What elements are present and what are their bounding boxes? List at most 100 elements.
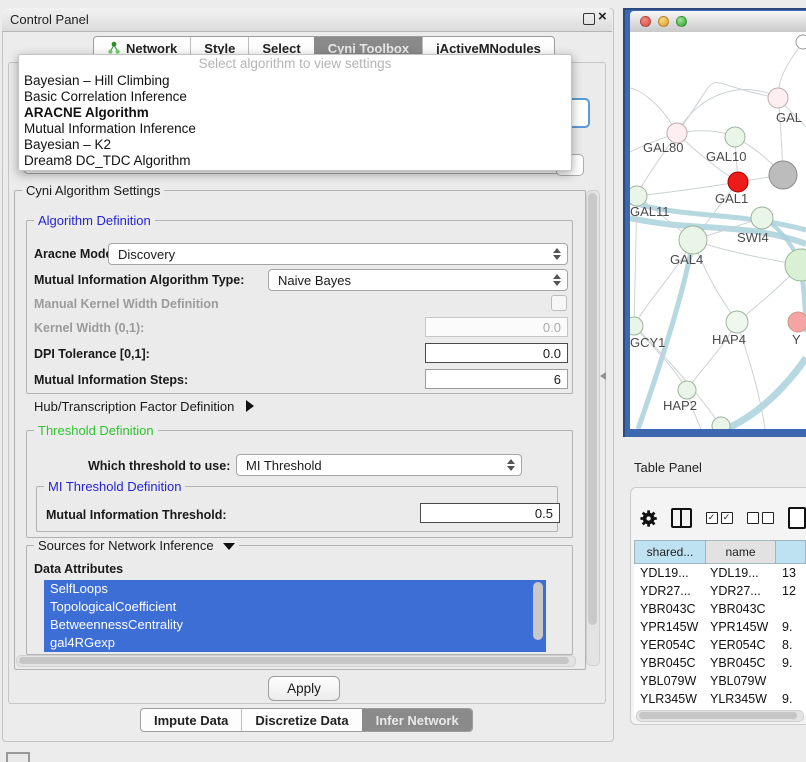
manual-kernel-checkbox[interactable] [551, 295, 567, 311]
table-header: shared...name [634, 540, 806, 564]
dropdown-prompt: Select algorithm to view settings [19, 55, 571, 73]
network-node-hap2[interactable] [678, 381, 696, 399]
table-row[interactable]: YBR045CYBR045C9. [634, 654, 806, 672]
tab-label: Infer Network [376, 713, 459, 728]
network-node[interactable] [785, 249, 806, 281]
table-cell: 9. [776, 618, 806, 636]
algorithm-option[interactable]: Bayesian – Hill Climbing [19, 73, 571, 89]
network-node-label: GCY1 [630, 335, 665, 350]
network-node-gal[interactable] [768, 88, 788, 108]
network-canvas[interactable]: GALGAL80GAL10GAL1GAL11SWI4GAL4GCY1HAP4YH… [630, 32, 806, 429]
control-panel-titlebar[interactable] [2, 8, 612, 32]
data-attribute-item[interactable]: BetweennessCentrality [44, 616, 546, 634]
settings-hscrollbar-track[interactable] [16, 655, 576, 667]
table-row[interactable]: YLR345WYLR345W9. [634, 690, 806, 708]
table-body: YDL19...YDL19...13YDR27...YDR27...12YBR0… [634, 564, 806, 716]
network-node-gal11[interactable] [630, 186, 647, 206]
dpi-tolerance-field[interactable]: 0.0 [425, 343, 568, 363]
float-window-icon[interactable] [583, 13, 595, 25]
data-attributes-list[interactable]: SelfLoopsTopologicalCoefficientBetweenne… [44, 580, 546, 652]
close-icon[interactable]: × [598, 8, 607, 25]
gear-icon[interactable] [640, 509, 657, 528]
mi-threshold-field[interactable]: 0.5 [420, 503, 560, 523]
mi-algorithm-type-label: Mutual Information Algorithm Type: [34, 273, 244, 287]
select-all-checkboxes-icon[interactable]: ✓✓ [706, 512, 733, 524]
network-node-label: SWI4 [737, 230, 769, 245]
minimize-traffic-light-icon[interactable] [658, 16, 669, 27]
algorithm-option[interactable]: ARACNE Algorithm [19, 105, 571, 121]
table-cell: YBL079W [706, 672, 776, 690]
network-node-gal1[interactable] [728, 172, 748, 192]
document-icon[interactable] [788, 507, 806, 529]
close-traffic-light-icon[interactable] [640, 16, 651, 27]
manual-kernel-label: Manual Kernel Width Definition [34, 297, 219, 311]
table-cell: YDR27... [634, 582, 706, 600]
zoom-traffic-light-icon[interactable] [676, 16, 687, 27]
network-node-swi4[interactable] [751, 207, 773, 229]
sources-group-title[interactable]: Sources for Network Inference [34, 538, 239, 553]
split-columns-icon[interactable] [671, 508, 691, 528]
table-row[interactable]: YDL19...YDL19...13 [634, 564, 806, 582]
combo-arrows-icon [553, 248, 561, 260]
mi-steps-field[interactable]: 6 [425, 369, 568, 389]
minimized-panel-icon[interactable] [6, 752, 30, 762]
table-cell: 9. [776, 654, 806, 672]
network-node-label: HAP4 [712, 332, 746, 347]
table-cell: YBR043C [706, 600, 776, 618]
table-cell: YBL079W [634, 672, 706, 690]
tab-infer-network[interactable]: Infer Network [362, 709, 472, 731]
network-node-label: GAL10 [706, 149, 746, 164]
algorithm-option[interactable]: Dream8 DC_TDC Algorithm [19, 153, 571, 169]
table-hscrollbar-thumb[interactable] [639, 712, 797, 719]
combo-arrows-icon [553, 274, 561, 286]
tab-impute-data[interactable]: Impute Data [141, 709, 241, 731]
table-row[interactable]: YPR145WYPR145W9. [634, 618, 806, 636]
table-cell: YER054C [706, 636, 776, 654]
network-node-gcy1[interactable] [630, 317, 643, 335]
table-panel-title: Table Panel [634, 460, 702, 475]
attributes-scrollbar[interactable] [533, 582, 543, 640]
tab-discretize-data[interactable]: Discretize Data [241, 709, 361, 731]
column-header[interactable]: name [706, 540, 776, 564]
settings-vscrollbar-thumb[interactable] [588, 193, 597, 625]
network-node-gal4[interactable] [679, 226, 707, 254]
tab-label: Impute Data [154, 713, 228, 728]
settings-hscrollbar-thumb[interactable] [19, 657, 569, 664]
network-node-hap4[interactable] [726, 311, 748, 333]
algorithm-option[interactable]: Mutual Information Inference [19, 121, 571, 137]
data-attribute-item[interactable]: TopologicalCoefficient [44, 598, 546, 616]
aracne-mode-combo[interactable]: Discovery [108, 243, 568, 265]
threshold-definition-title: Threshold Definition [34, 423, 158, 438]
table-row[interactable]: YBR043CYBR043C [634, 600, 806, 618]
which-threshold-combo[interactable]: MI Threshold [236, 454, 522, 476]
apply-button[interactable]: Apply [268, 676, 340, 701]
mi-algorithm-type-combo[interactable]: Naive Bayes [268, 269, 568, 291]
table-cell: YBR043C [634, 600, 706, 618]
table-row[interactable]: YBL079WYBL079W [634, 672, 806, 690]
network-node[interactable] [712, 417, 730, 429]
table-cell: YPR145W [634, 618, 706, 636]
data-attribute-item[interactable]: SelfLoops [44, 580, 546, 598]
algorithm-option[interactable]: Bayesian – K2 [19, 137, 571, 153]
network-node-gal10[interactable] [725, 127, 745, 147]
network-node[interactable] [796, 35, 806, 49]
network-window-titlebar[interactable] [630, 11, 806, 33]
hub-definition-toggle[interactable]: Hub/Transcription Factor Definition [34, 399, 254, 414]
algorithm-dropdown-popup: Select algorithm to view settings Bayesi… [18, 54, 572, 171]
table-cell: YDL19... [706, 564, 776, 582]
data-attribute-item[interactable]: gal4RGexp [44, 634, 546, 652]
settings-vscrollbar-track[interactable] [586, 190, 600, 666]
network-node-y[interactable] [788, 312, 806, 332]
network-node[interactable] [769, 161, 797, 189]
bottom-tabbar: Impute Data Discretize Data Infer Network [140, 708, 473, 732]
deselect-all-checkboxes-icon[interactable] [747, 512, 774, 524]
table-row[interactable]: YDR27...YDR27...12 [634, 582, 806, 600]
column-header[interactable] [776, 540, 806, 564]
tab-label: Discretize Data [255, 713, 348, 728]
algorithm-option[interactable]: Basic Correlation Inference [19, 89, 571, 105]
mi-steps-label: Mutual Information Steps: [34, 373, 188, 387]
table-row[interactable]: YER054CYER054C8. [634, 636, 806, 654]
splitter-handle-icon[interactable] [600, 372, 606, 380]
table-hscrollbar-track[interactable] [636, 710, 804, 722]
column-header[interactable]: shared... [634, 540, 706, 564]
